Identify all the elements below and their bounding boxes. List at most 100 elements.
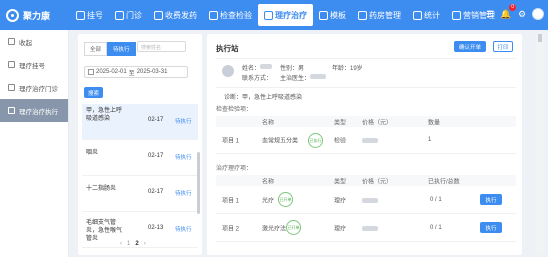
ordered-stamp: 已开单 [286,220,301,235]
notification-badge: 0 [509,4,516,11]
col-price: 价格（元） [362,120,393,126]
top-nav-bar: 聚力康 挂号 门诊 收费发药 检查检验 理疗治疗 模板 药房管理 统计 营销管理… [0,0,548,30]
search-input[interactable]: 搜索姓名 [137,41,186,52]
collapse-icon [8,38,15,45]
gender-label: 性别： [280,66,299,72]
header-tools: ☰ 🔔 0 ⚙ [484,4,544,20]
item-index: 项目 1 [222,198,240,204]
therapy-section-title: 治疗理疗项： [216,166,253,172]
nav-charge-dispense[interactable]: 收费发药 [148,0,203,30]
col-type: 类型 [334,120,347,126]
price-redacted [362,138,378,143]
age-label: 年龄： [332,66,351,72]
item-index: 项目 2 [222,226,240,232]
clinic-icon [8,84,15,91]
filter-all-button[interactable]: 全部 [84,42,108,56]
ordered-stamp: 已开单 [278,192,293,207]
page-1[interactable]: 1 [127,241,130,247]
table-row: 项目 1 血常规五分类 已执行 检验 1 [216,127,516,154]
nav-clinic[interactable]: 门诊 [109,0,148,30]
scroll-thumb[interactable] [538,34,542,42]
print-button[interactable]: 打印 [493,41,513,52]
therapy-table: 名称 类型 价格（元） 已执行/总数 项目 1 光疗 已开单 理疗 0 / 1 … [216,175,516,242]
col-price: 价格（元） [362,179,393,185]
calendar-icon [88,69,94,75]
item-name: 激光疗法 [262,226,287,232]
status-badge: 待执行 [175,119,192,125]
doctor-label: 主治医生： [280,76,311,82]
execute-button[interactable]: 执行 [480,194,502,205]
item-name: 光疗 [262,198,275,204]
date-range-picker[interactable]: 2025-02-01 至 2025-03-31 [84,66,188,78]
col-progress: 已执行/总数 [428,179,460,185]
table-header: 名称 类型 价格（元） 数量 [216,116,516,127]
next-page-button[interactable]: › [144,241,146,247]
patient-date: 02-17 [148,117,164,123]
patient-date: 02-13 [148,225,164,231]
name-label: 姓名： [242,66,261,72]
sidebar-item-therapy-registration[interactable]: 理疗挂号 [0,53,68,76]
chart-icon [413,10,422,20]
logo-icon [6,8,19,22]
list-item[interactable]: 咽炎 02-17 待执行 [82,140,198,176]
date-start: 2025-02-01 [96,69,127,75]
lab-icon [209,10,218,20]
nav-template[interactable]: 模板 [313,0,352,30]
col-qty: 数量 [428,120,441,126]
sidebar-item-therapy-clinic[interactable]: 理疗治疗门诊 [0,76,68,99]
confirm-order-button[interactable]: 确认开单 [454,41,486,52]
patient-name-redacted [260,64,272,69]
list-item[interactable]: 甲，急性上呼吸道感染 02-17 待执行 [82,104,198,140]
app-logo[interactable]: 聚力康 [0,8,70,22]
list-icon[interactable]: ☰ [484,8,496,20]
register-icon [8,61,15,68]
diagnosis-text: 诊断：甲，急性上呼吸道感染 [224,95,303,101]
clinic-icon [115,10,124,20]
sidebar-collapse[interactable]: 收起 [0,30,68,53]
patient-diagnosis: 甲，急性上呼吸道感染 [86,108,123,122]
settings-icon[interactable]: ⚙ [516,8,528,20]
nav-registration[interactable]: 挂号 [70,0,109,30]
patient-date: 02-17 [148,153,164,159]
patient-diagnosis: 咽炎 [86,150,99,156]
col-name: 名称 [262,120,275,126]
filter-pending-button[interactable]: 待执行 [107,42,136,56]
sidebar: 收起 理疗挂号 理疗治疗门诊 理疗治疗执行 [0,30,69,257]
item-index: 项目 1 [222,138,240,145]
table-row: 项目 2 激光疗法 已开单 理疗 0 / 1 执行 [216,214,516,242]
nav-therapy[interactable]: 理疗治疗 [258,4,313,26]
item-name: 血常规五分类 [262,138,299,145]
col-type: 类型 [334,179,347,185]
search-button[interactable]: 搜索 [84,87,103,98]
execute-button[interactable]: 执行 [480,222,502,233]
price-redacted [362,226,378,231]
status-badge: 待执行 [175,227,192,233]
page-scrollbar[interactable] [536,34,544,255]
page-2[interactable]: 2 [135,241,138,247]
executed-stamp: 已执行 [308,133,323,148]
patient-info: 姓名： 性别： 男 年龄： 19岁 联系方式： 主治医生： [216,58,516,88]
nav-exam-lab[interactable]: 检查检验 [203,0,258,30]
list-item[interactable]: 十二指肠炎 02-17 待执行 [82,176,198,212]
marketing-icon [452,10,461,20]
exam-table: 名称 类型 价格（元） 数量 项目 1 血常规五分类 已执行 检验 1 [216,116,516,154]
table-header: 名称 类型 价格（元） 已执行/总数 [216,175,516,186]
list-scrollbar[interactable] [197,152,200,214]
nav-pharmacy[interactable]: 药房管理 [352,0,407,30]
status-badge: 待执行 [175,191,192,197]
patient-date: 02-17 [148,189,164,195]
table-row: 项目 1 光疗 已开单 理疗 0 / 1 执行 [216,186,516,214]
bell-icon[interactable]: 🔔 0 [500,4,516,20]
item-type: 理疗 [334,198,347,204]
patient-diagnosis: 十二指肠炎 [86,186,117,192]
status-badge: 待执行 [175,155,192,161]
gender-value: 男 [298,66,305,72]
status-filter: 全部 待执行 [84,42,136,56]
main-nav: 挂号 门诊 收费发药 检查检验 理疗治疗 模板 药房管理 统计 营销管理 [70,0,501,30]
phone-label: 联系方式： [242,76,273,82]
doctor-name-redacted [310,74,326,79]
prev-page-button[interactable]: ‹ [120,241,122,247]
nav-statistics[interactable]: 统计 [407,0,446,30]
sidebar-item-therapy-execution[interactable]: 理疗治疗执行 [0,99,68,122]
avatar[interactable] [532,8,544,20]
